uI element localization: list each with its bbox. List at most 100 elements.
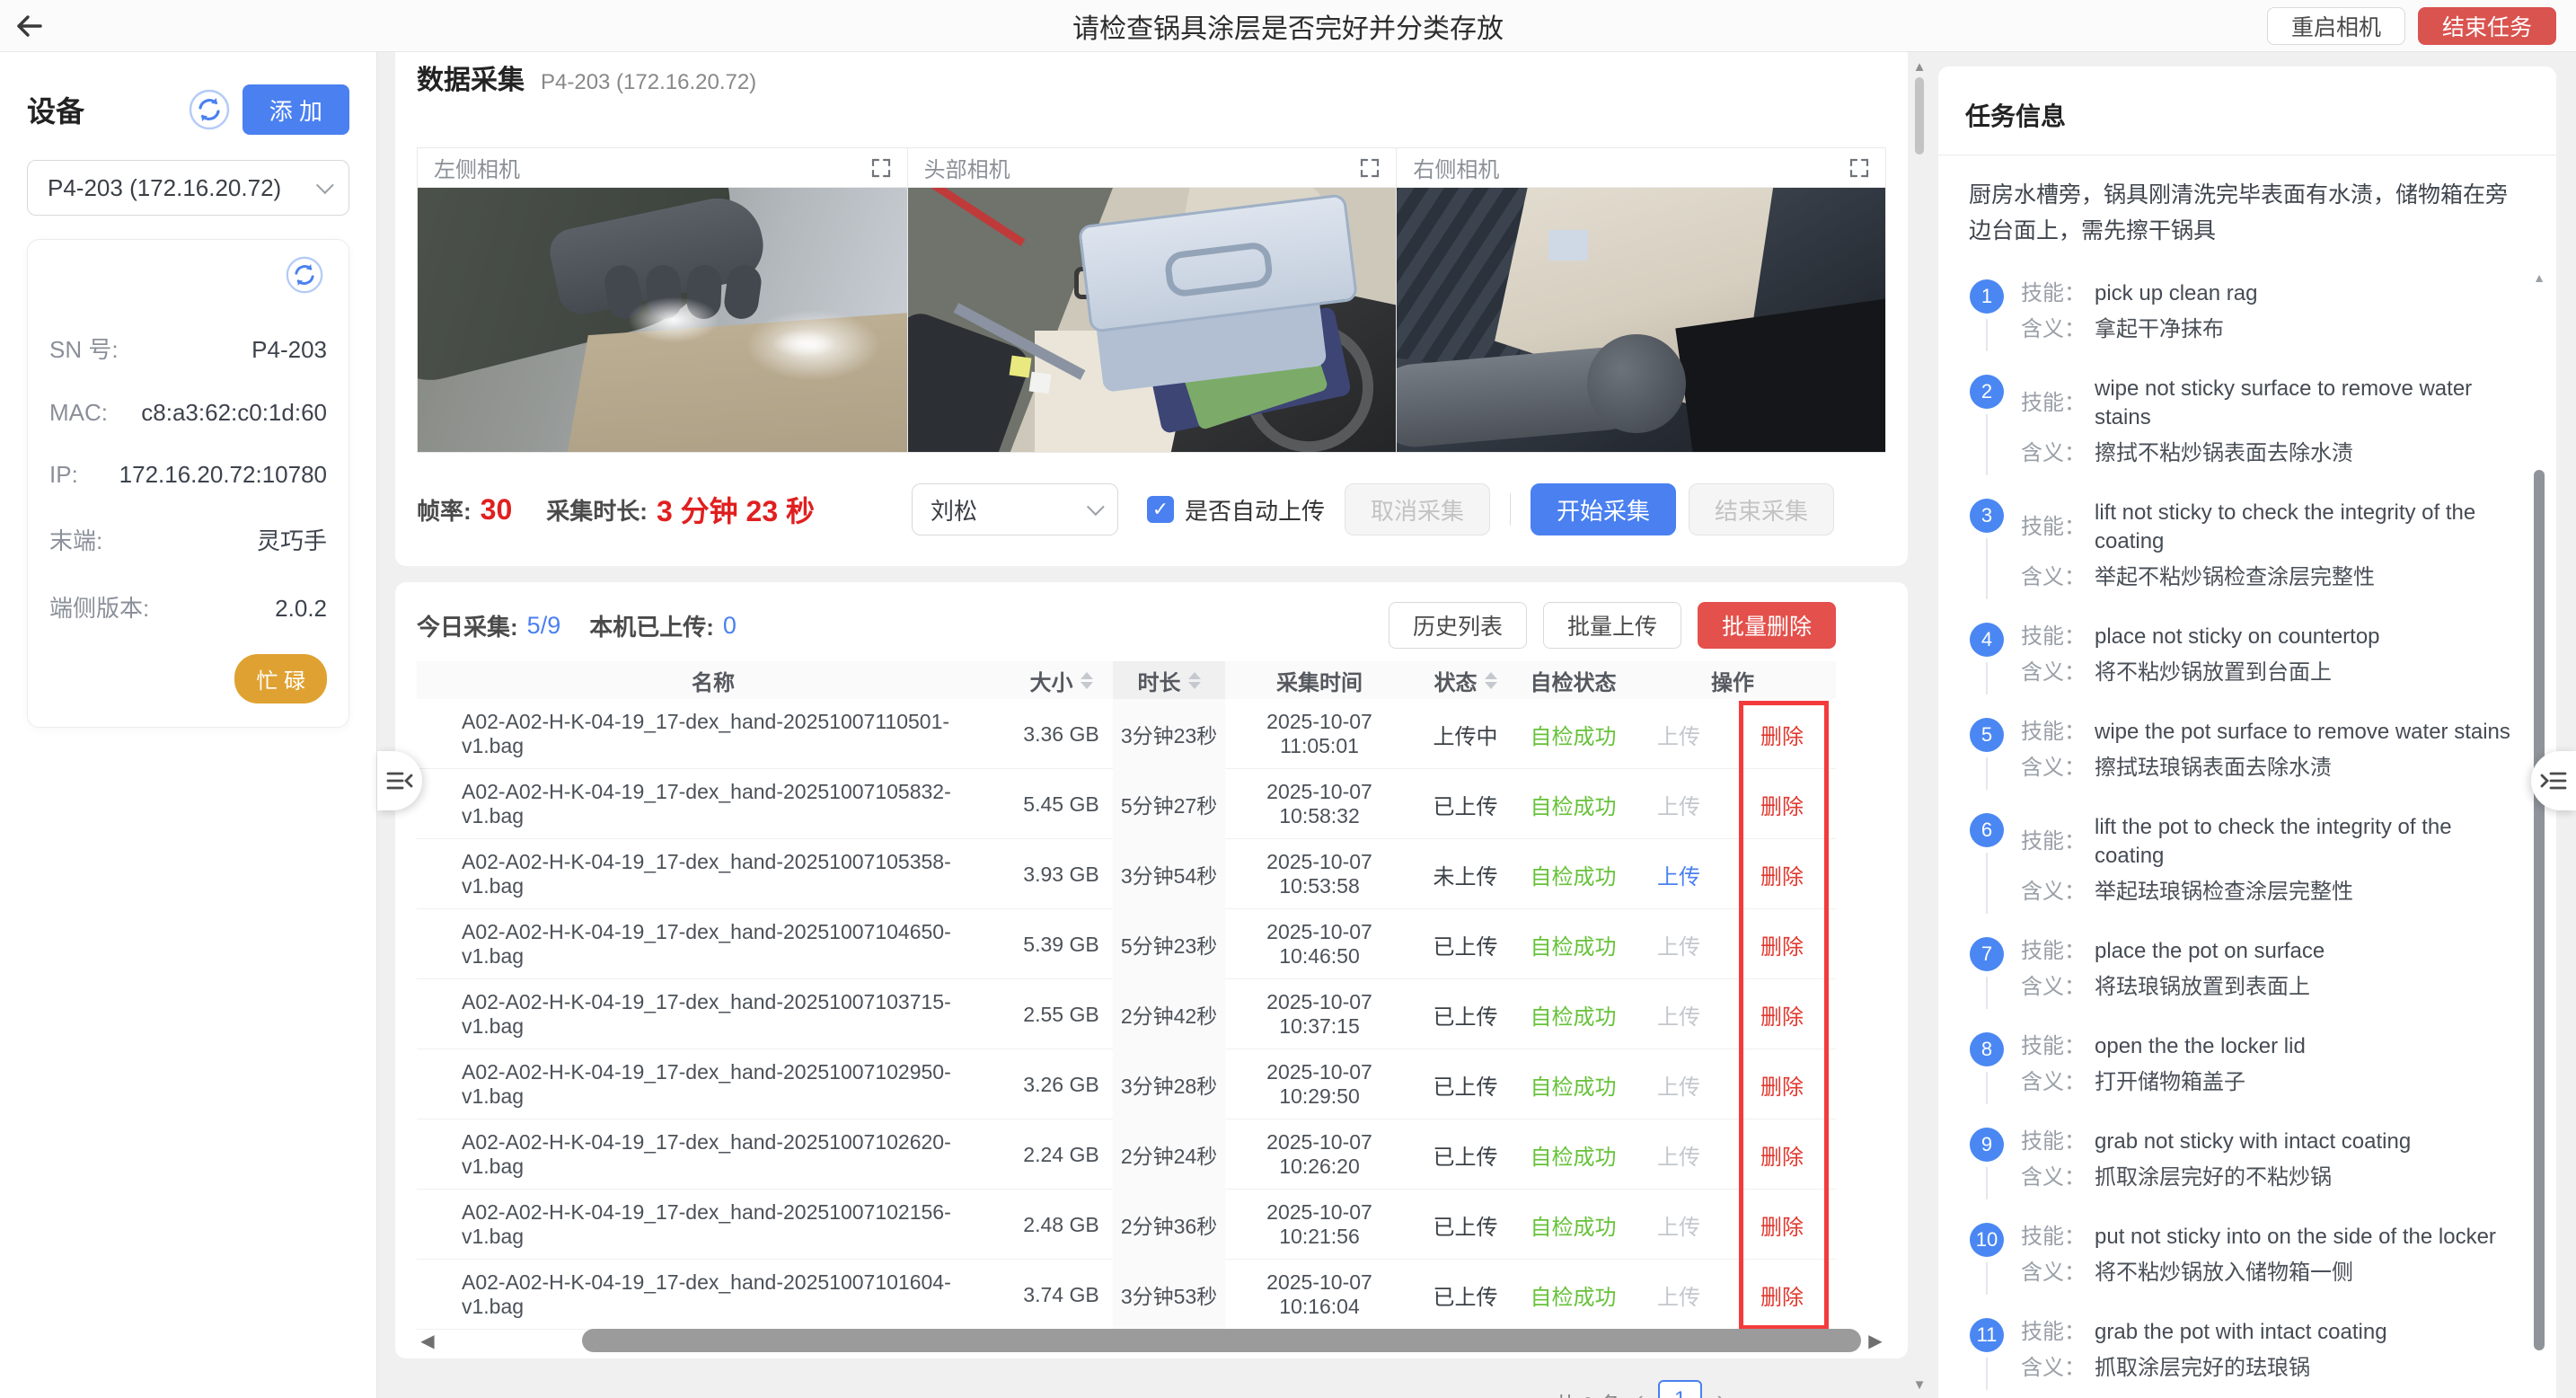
scroll-up-icon[interactable]: ▲: [1911, 59, 1928, 75]
skill-label: 技能：: [2021, 718, 2095, 747]
meaning-text: 抓取涂层完好的珐琅锅: [2095, 1354, 2310, 1383]
file-name: A02-A02-H-K-04-19_17-dex_hand-2025100710…: [417, 850, 1010, 898]
step-number-badge: 1: [1970, 279, 2004, 314]
horizontal-scrollbar[interactable]: ◀ ▶: [417, 1328, 1886, 1353]
table-body: A02-A02-H-K-04-19_17-dex_hand-2025100711…: [417, 699, 1836, 1330]
history-list-button[interactable]: 历史列表: [1389, 602, 1527, 649]
prev-page-icon[interactable]: ‹: [1636, 1380, 1644, 1398]
skill-text: grab the pot with intact coating: [2095, 1318, 2387, 1347]
device-info-value: P4-203: [251, 336, 327, 364]
upload-link[interactable]: 上传: [1657, 1286, 1700, 1310]
column-selfcheck: 自检状态: [1517, 661, 1629, 699]
delete-link[interactable]: 删除: [1760, 1286, 1804, 1310]
delete-link[interactable]: 删除: [1760, 1075, 1804, 1100]
delete-link[interactable]: 删除: [1760, 795, 1804, 819]
uploaded-count-value: 0: [723, 612, 737, 640]
task-step: 11 技能： grab the pot with intact coating …: [1969, 1318, 2526, 1390]
batch-upload-button[interactable]: 批量上传: [1543, 602, 1681, 649]
upload-link[interactable]: 上传: [1657, 1146, 1700, 1170]
auto-upload-checkbox[interactable]: ✓: [1147, 496, 1174, 523]
delete-link[interactable]: 删除: [1760, 725, 1804, 749]
delete-link[interactable]: 删除: [1760, 1216, 1804, 1240]
hscroll-thumb[interactable]: [582, 1329, 1861, 1352]
cancel-collect-button[interactable]: 取消采集: [1345, 483, 1490, 535]
upload-link[interactable]: 上传: [1657, 865, 1700, 889]
column-status[interactable]: 状态: [1414, 661, 1517, 699]
upload-link[interactable]: 上传: [1657, 725, 1700, 749]
main-vertical-scrollbar[interactable]: ▲ ▼: [1911, 52, 1928, 1398]
task-info-panel: 任务信息 厨房水槽旁，锅具刚清洗完毕表面有水渍，储物箱在旁边台面上，需先擦干锅具…: [1938, 66, 2556, 1398]
upload-link[interactable]: 上传: [1657, 1005, 1700, 1030]
skill-text: wipe not sticky surface to remove water …: [2095, 375, 2526, 432]
table-row: A02-A02-H-K-04-19_17-dex_hand-2025100710…: [417, 979, 1836, 1049]
file-size: 2.48 GB: [1010, 1213, 1113, 1237]
start-collect-button[interactable]: 开始采集: [1531, 483, 1676, 535]
meaning-label: 含义：: [2021, 315, 2095, 344]
end-task-button[interactable]: 结束任务: [2418, 7, 2556, 45]
divider: [1510, 493, 1511, 526]
stop-collect-button[interactable]: 结束采集: [1689, 483, 1834, 535]
scroll-down-icon[interactable]: ▼: [1911, 1377, 1928, 1393]
delete-link[interactable]: 删除: [1760, 865, 1804, 889]
step-number-badge: 3: [1970, 499, 2004, 533]
add-device-button[interactable]: 添 加: [243, 84, 349, 135]
page-number[interactable]: 1: [1658, 1380, 1702, 1398]
meaning-label: 含义：: [2021, 439, 2095, 468]
delete-link[interactable]: 删除: [1760, 1146, 1804, 1170]
collect-time: 2025-10-07 11:05:01: [1225, 710, 1414, 758]
vscroll-thumb[interactable]: [1915, 77, 1924, 155]
operator-select[interactable]: 刘松: [912, 483, 1118, 535]
sidebar-title: 设备: [27, 89, 84, 130]
upload-link[interactable]: 上传: [1657, 935, 1700, 960]
meaning-label: 含义：: [2021, 878, 2095, 907]
collect-time: 2025-10-07 10:46:50: [1225, 920, 1414, 969]
camera-panel-head: 头部相机: [907, 148, 1397, 452]
menu-fold-icon: [384, 767, 415, 794]
scroll-right-icon[interactable]: ▶: [1865, 1330, 1886, 1352]
device-select[interactable]: P4-203 (172.16.20.72): [27, 160, 349, 216]
collect-controls: 帧率: 30 采集时长: 3 分钟 23 秒 刘松 ✓ 是否自动上传 取消采集 …: [417, 467, 1886, 552]
upload-status: 上传中: [1414, 719, 1517, 750]
skill-label: 技能：: [2021, 1318, 2095, 1347]
page-title: 请检查锅具涂层是否完好并分类存放: [0, 6, 2576, 46]
upload-status: 已上传: [1414, 999, 1517, 1031]
fullscreen-icon[interactable]: [1849, 158, 1869, 178]
task-step: 2 技能： wipe not sticky surface to remove …: [1969, 375, 2526, 475]
scroll-up-icon[interactable]: ▲: [2533, 270, 2545, 285]
column-duration[interactable]: 时长: [1113, 661, 1225, 699]
camera-grid: 左侧相机 头部相机: [417, 147, 1886, 453]
step-number-badge: 7: [1970, 937, 2004, 971]
device-select-value: P4-203 (172.16.20.72): [48, 174, 281, 202]
skill-text: place not sticky on countertop: [2095, 623, 2380, 651]
column-size[interactable]: 大小: [1010, 661, 1113, 699]
task-step: 8 技能： open the the locker lid 含义： 打开储物箱盖…: [1969, 1032, 2526, 1104]
skill-text: pick up clean rag: [2095, 279, 2257, 308]
auto-upload-checkbox-wrap[interactable]: ✓ 是否自动上传: [1147, 493, 1325, 526]
upload-link[interactable]: 上传: [1657, 1216, 1700, 1240]
fullscreen-icon[interactable]: [871, 158, 891, 178]
scroll-left-icon[interactable]: ◀: [417, 1330, 438, 1352]
refresh-device-info-icon[interactable]: [286, 256, 327, 297]
task-steps-list: 1 技能： pick up clean rag 含义： 拿起干净抹布: [1969, 279, 2526, 1398]
restart-camera-button[interactable]: 重启相机: [2267, 7, 2405, 45]
fullscreen-icon[interactable]: [1360, 158, 1380, 178]
batch-delete-button[interactable]: 批量删除: [1698, 602, 1836, 649]
upload-status: 已上传: [1414, 1279, 1517, 1311]
delete-link[interactable]: 删除: [1760, 935, 1804, 960]
skill-label: 技能：: [2021, 1223, 2095, 1252]
task-scroll-thumb[interactable]: [2534, 470, 2545, 1350]
upload-link[interactable]: 上传: [1657, 795, 1700, 819]
device-info-value: 灵巧手: [257, 523, 327, 556]
collection-table: 名称 大小 时长 采集时间 状态 自检状态 操作 A02-A02-H-K-04-…: [417, 661, 1836, 1330]
refresh-devices-icon[interactable]: [189, 89, 230, 130]
fps-value: 30: [481, 493, 513, 526]
uploaded-count-label: 本机已上传:: [589, 609, 714, 642]
device-info-label: 末端:: [49, 523, 102, 556]
next-page-icon[interactable]: ›: [1716, 1380, 1725, 1398]
delete-link[interactable]: 删除: [1760, 1005, 1804, 1030]
step-number-badge: 6: [1970, 813, 2004, 847]
upload-link[interactable]: 上传: [1657, 1075, 1700, 1100]
meaning-text: 将不粘炒锅放入储物箱一侧: [2095, 1259, 2353, 1287]
upload-status: 已上传: [1414, 1069, 1517, 1101]
file-name: A02-A02-H-K-04-19_17-dex_hand-2025100710…: [417, 1060, 1010, 1109]
